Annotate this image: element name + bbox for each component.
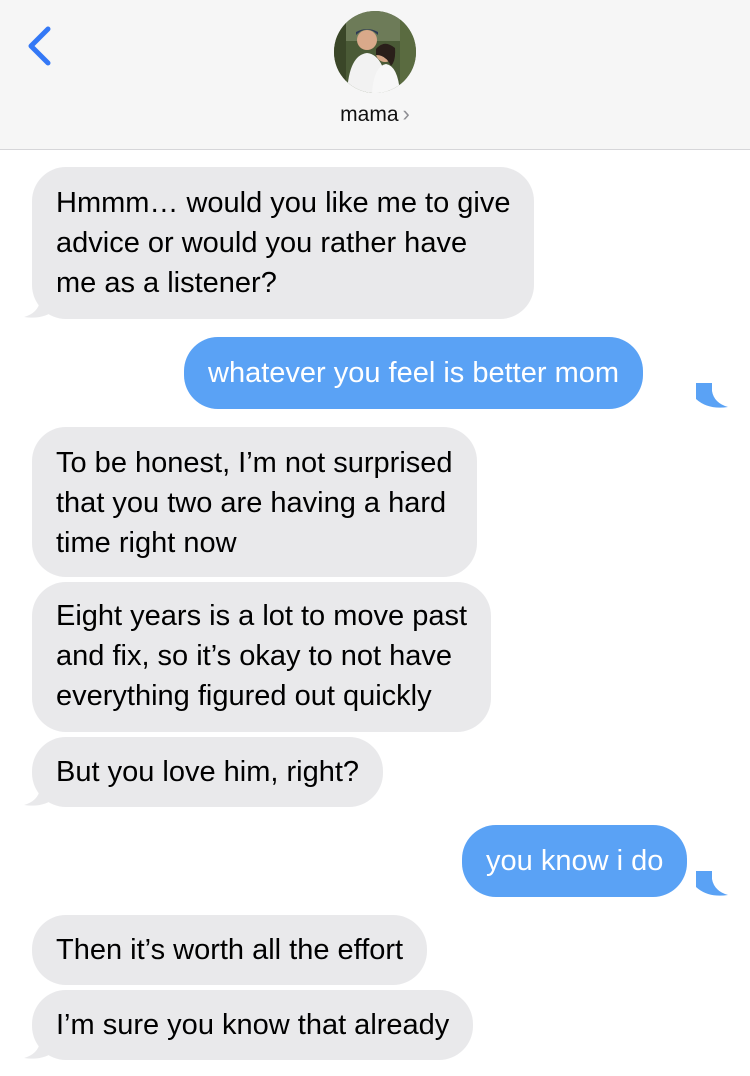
contact-name-button[interactable]: mama ›	[0, 101, 750, 127]
message-bubble-incoming[interactable]: But you love him, right?	[32, 737, 384, 807]
message-bubble-incoming[interactable]: Hmmm… would you like me to give advice o…	[32, 167, 535, 319]
message-bubble-outgoing[interactable]: whatever you feel is better mom	[184, 337, 644, 409]
message-bubble-incoming[interactable]: Then it’s worth all the effort	[32, 915, 428, 985]
message-bubble-incoming[interactable]: To be honest, I’m not surprised that you…	[32, 427, 477, 577]
avatar-photo	[334, 11, 416, 93]
chevron-right-icon: ›	[402, 101, 410, 126]
bubble-tail-incoming	[24, 293, 56, 318]
bubble-tail-outgoing	[696, 383, 728, 408]
contact-avatar[interactable]	[334, 11, 416, 93]
bubble-tail-incoming	[24, 1034, 56, 1059]
message-line: To be honest, I’m not surprised	[56, 447, 453, 479]
chevron-left-icon	[28, 26, 51, 66]
message-bubble-outgoing[interactable]: you know i do	[462, 825, 688, 897]
message-line: Then it’s worth all the effort	[56, 934, 404, 966]
back-button[interactable]	[20, 24, 60, 68]
message-line: everything figured out quickly	[56, 680, 432, 712]
message-line: time right now	[56, 527, 237, 559]
message-line: whatever you feel is better mom	[208, 357, 620, 389]
conversation-header: mama ›	[0, 0, 750, 150]
message-line: Eight years is a lot to move past	[56, 600, 468, 632]
message-line: and fix, so it’s okay to not have	[56, 640, 453, 672]
message-line: me as a listener?	[56, 267, 277, 299]
bubble-tail-incoming	[24, 781, 56, 806]
message-bubble-incoming[interactable]: Eight years is a lot to move past and fi…	[32, 582, 492, 732]
message-line: Hmmm… would you like me to give	[56, 187, 511, 219]
message-line: I’m sure you know that already	[56, 1009, 450, 1041]
bubble-tail-outgoing	[696, 871, 728, 896]
message-line: that you two are having a hard	[56, 487, 447, 519]
contact-name: mama	[340, 103, 399, 126]
message-line: you know i do	[486, 845, 664, 877]
message-bubble-incoming[interactable]: I’m sure you know that already	[32, 990, 474, 1060]
message-line: advice or would you rather have	[56, 227, 468, 259]
message-line: But you love him, right?	[56, 756, 360, 788]
